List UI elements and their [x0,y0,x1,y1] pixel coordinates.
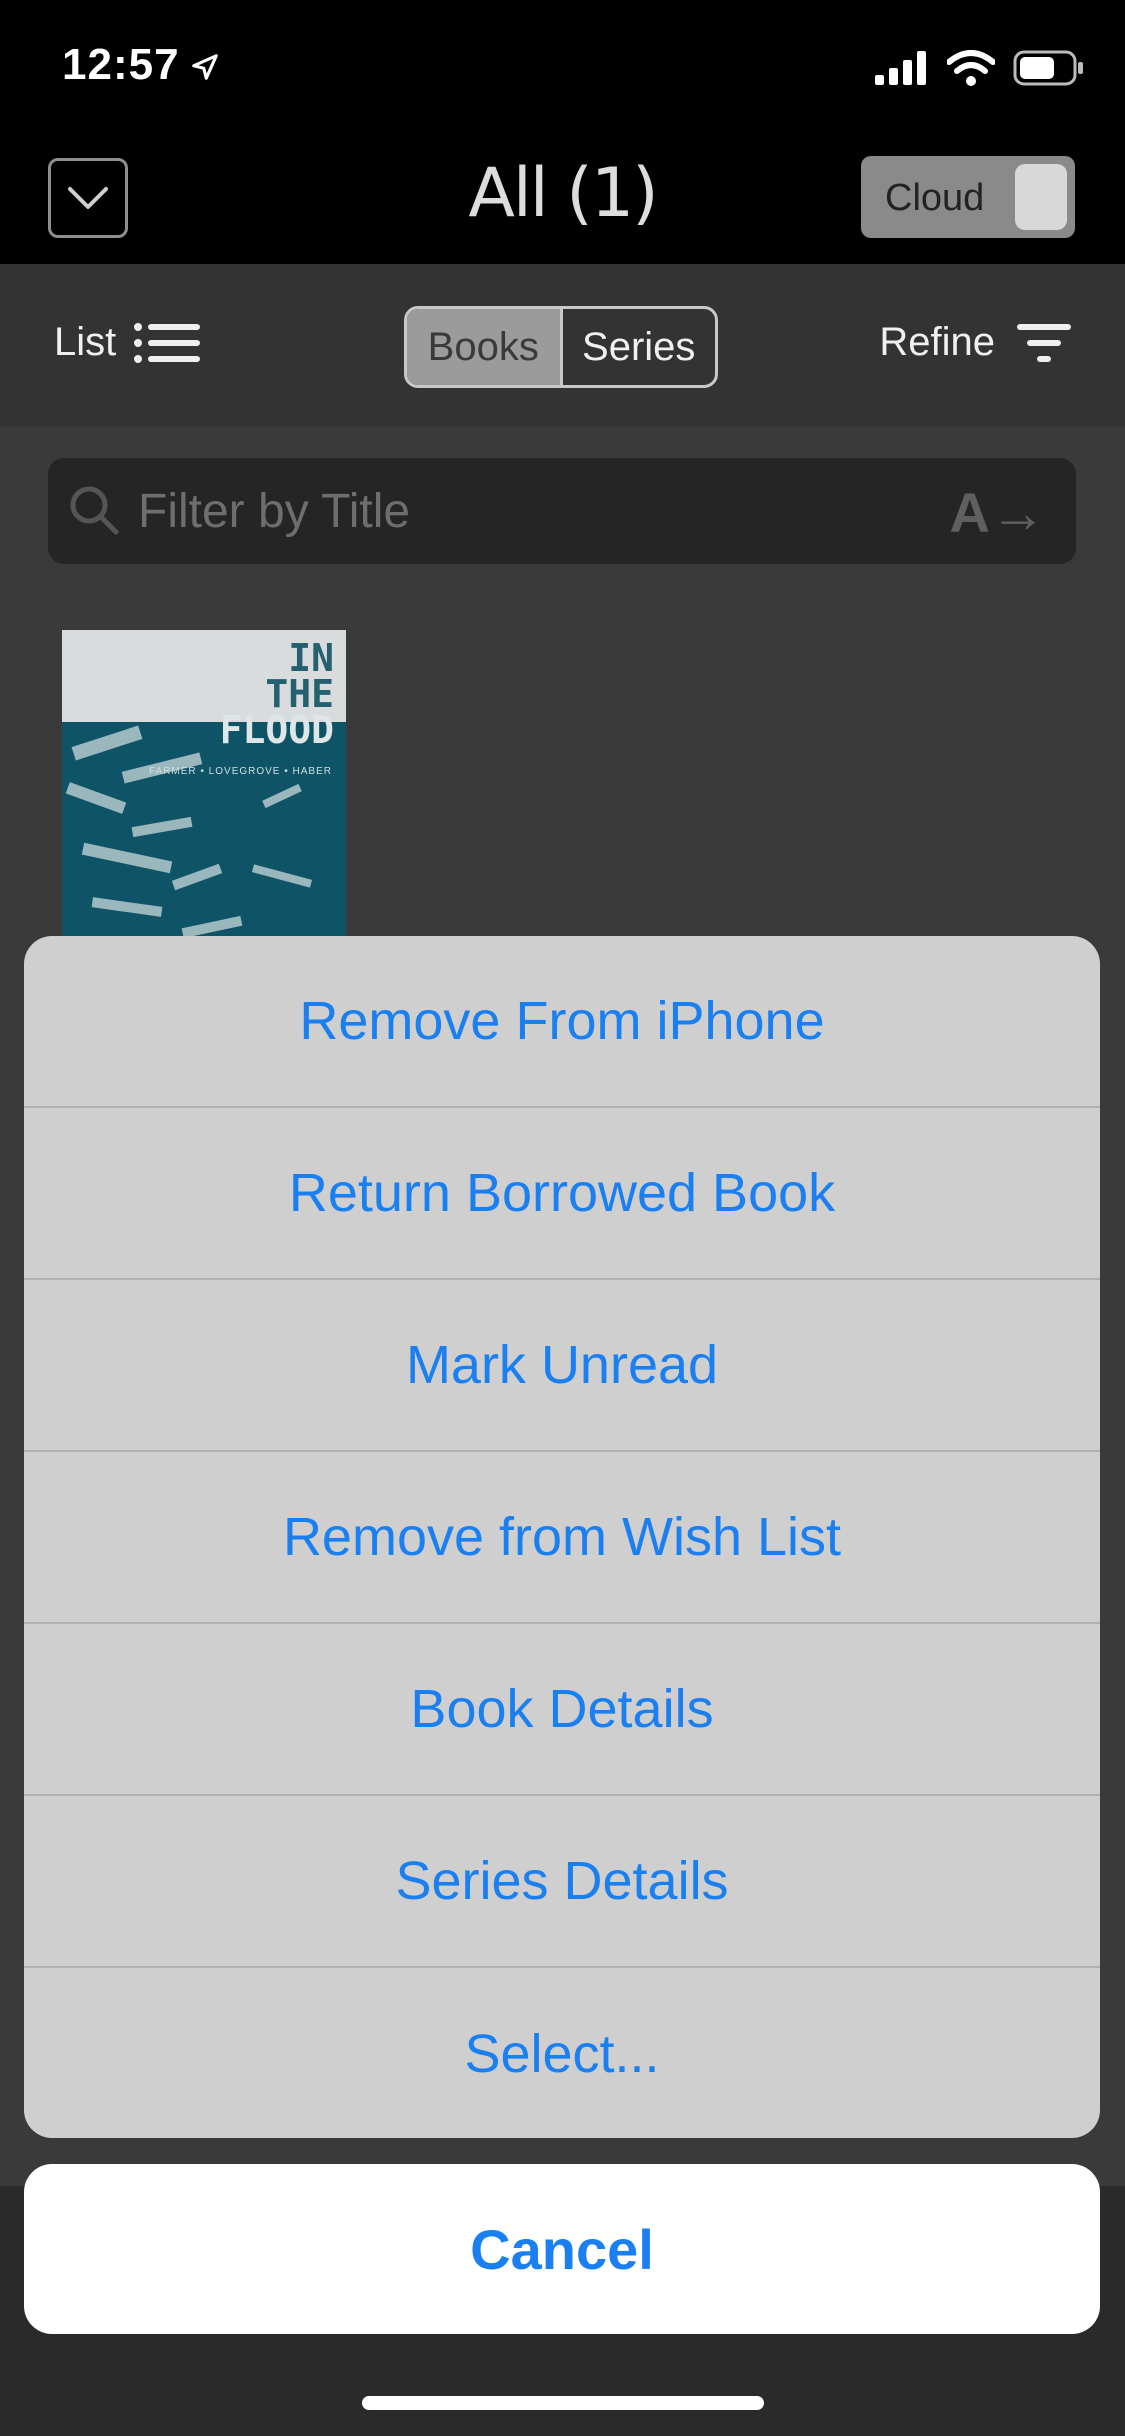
return-borrowed-book-button[interactable]: Return Borrowed Book [24,1108,1100,1280]
status-bar: 12:57 [0,0,1125,132]
books-series-segmented-control: Books Series [404,306,718,388]
cover-title-line: IN [288,636,334,680]
remove-from-iphone-button[interactable]: Remove From iPhone [24,936,1100,1108]
signal-icon [875,51,926,85]
mark-unread-button[interactable]: Mark Unread [24,1280,1100,1452]
cover-title-line: THE [265,672,334,716]
battery-icon [1013,50,1083,86]
toolbar: List Books Series Refine [0,264,1125,426]
cover-title: IN THE FLOOD [219,636,334,752]
refine-button[interactable]: Refine [879,320,1071,365]
list-icon [134,322,201,363]
book-details-button[interactable]: Book Details [24,1624,1100,1796]
cancel-button[interactable]: Cancel [24,2164,1100,2334]
list-view-label: List [54,320,117,364]
wifi-icon [947,50,995,86]
cover-title-line: FLOOD [219,708,334,752]
search-icon [70,486,119,535]
action-sheet: Remove From iPhone Return Borrowed Book … [24,936,1100,2138]
list-view-button[interactable]: List [54,320,201,365]
segment-books[interactable]: Books [407,309,560,385]
nav-bar: All (1) Cloud [0,132,1125,264]
series-details-button[interactable]: Series Details [24,1796,1100,1968]
select-button[interactable]: Select... [24,1968,1100,2138]
status-icons [875,50,1085,86]
filter-icon [1017,323,1071,362]
search-placeholder: Filter by Title [138,485,411,538]
cover-authors: FARMER • LOVEGROVE • HABER [148,766,332,777]
status-time: 12:57 [62,40,180,89]
search-input[interactable]: Filter by Title A→ [48,458,1076,564]
refine-label: Refine [879,320,995,364]
home-indicator[interactable] [362,2396,764,2410]
cloud-toggle-knob [1015,164,1067,230]
remove-from-wish-list-button[interactable]: Remove from Wish List [24,1452,1100,1624]
location-arrow-icon [192,54,218,80]
cloud-toggle[interactable]: Cloud [861,156,1075,238]
segment-series[interactable]: Series [559,309,716,385]
cloud-toggle-label: Cloud [885,177,985,219]
sort-alpha-button[interactable]: A→ [950,480,1046,545]
